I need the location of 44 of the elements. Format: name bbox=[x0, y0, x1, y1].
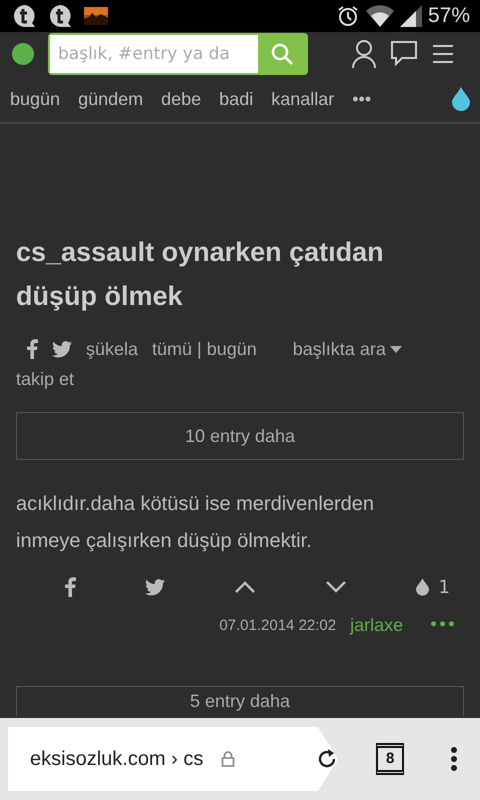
filter-link[interactable]: şükela bbox=[86, 338, 138, 360]
twitter-icon[interactable] bbox=[144, 578, 165, 596]
reload-icon[interactable] bbox=[316, 748, 338, 770]
more-entries-button[interactable]: 5 entry daha bbox=[16, 686, 464, 716]
filter-link[interactable]: tümü | bugün bbox=[152, 338, 257, 360]
wifi-icon bbox=[366, 5, 394, 27]
upvote-icon[interactable] bbox=[234, 580, 256, 594]
drop-icon[interactable] bbox=[416, 578, 428, 596]
address-bar[interactable]: eksisozluk.com › cs bbox=[8, 727, 338, 791]
nav-link[interactable]: badi bbox=[219, 88, 254, 110]
topic-title: cs_assault oynarken çatıdan düşüp ölmek bbox=[16, 236, 385, 313]
signal-icon bbox=[400, 5, 422, 27]
tab-count-button[interactable]: 8 bbox=[376, 743, 404, 775]
logo-icon[interactable] bbox=[12, 43, 34, 65]
caret-icon bbox=[390, 346, 402, 352]
search-field[interactable]: başlık, #entry ya da bbox=[48, 33, 308, 75]
follow-link[interactable]: takip et bbox=[16, 366, 464, 392]
favorite-count: 1 bbox=[438, 576, 450, 598]
nav-link[interactable]: bugün bbox=[10, 88, 60, 110]
notification-icon bbox=[48, 3, 74, 29]
nav-link[interactable]: ••• bbox=[352, 88, 372, 110]
nav-link[interactable]: gündem bbox=[78, 88, 144, 110]
notification-icon bbox=[12, 3, 38, 29]
more-entries-button[interactable]: 10 entry daha bbox=[16, 412, 464, 460]
search-icon bbox=[270, 42, 294, 66]
facebook-icon[interactable] bbox=[64, 577, 76, 597]
nav-link[interactable]: kanallar bbox=[271, 88, 334, 110]
nav-link[interactable]: debe bbox=[161, 88, 202, 110]
entry-text: acıklıdır.daha kötüsü ise merdivenlerden inmeye çalışırken düşüp ölmektir. bbox=[16, 492, 375, 554]
drop-icon[interactable] bbox=[452, 87, 470, 111]
author-link[interactable]: jarlaxe bbox=[350, 614, 404, 636]
user-icon[interactable] bbox=[352, 40, 376, 68]
more-menu-icon[interactable] bbox=[450, 746, 458, 772]
alarm-icon bbox=[336, 4, 360, 28]
downvote-icon[interactable] bbox=[324, 580, 347, 594]
more-menu-button[interactable]: ••• bbox=[429, 617, 456, 633]
search-menu-link[interactable]: başlıkta ara bbox=[292, 338, 402, 360]
twitter-icon[interactable] bbox=[52, 340, 72, 358]
lock-icon bbox=[221, 751, 236, 767]
message-icon[interactable] bbox=[390, 40, 418, 68]
facebook-icon[interactable] bbox=[26, 339, 38, 359]
url-text: eksisozluk.com › cs bbox=[30, 748, 204, 770]
battery-level: 57% bbox=[428, 4, 470, 28]
entry-date[interactable]: 07.01.2014 22:02 bbox=[219, 616, 336, 634]
